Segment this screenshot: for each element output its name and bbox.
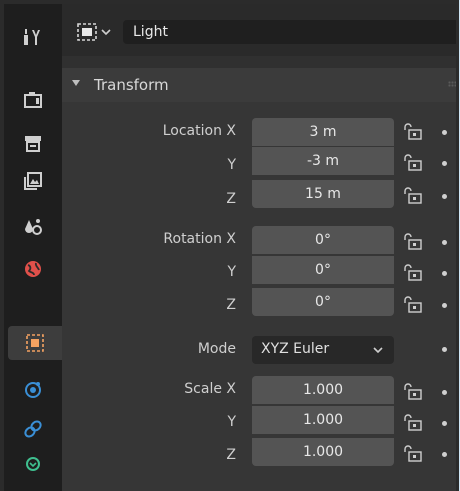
rotation-z-label: Z xyxy=(226,297,236,313)
location-x-label: Location X xyxy=(162,123,236,139)
constraints-icon xyxy=(24,420,42,438)
chevron-down-icon xyxy=(101,29,111,36)
object-data-icon xyxy=(77,23,97,41)
rotation-z-field[interactable]: 0° xyxy=(252,288,394,316)
transform-panel-header[interactable]: Transform xyxy=(62,68,456,102)
scale-z-lock-toggle[interactable] xyxy=(402,445,424,463)
tab-view-layer[interactable] xyxy=(10,164,56,198)
properties-editor: Light Transform Location X 3 m Y -3 m Z … xyxy=(0,0,459,491)
rotation-y-keyframe-dot[interactable] xyxy=(442,271,447,276)
properties-header: Light xyxy=(62,4,456,56)
location-z-lock-toggle[interactable] xyxy=(402,187,424,205)
scale-x-label: Scale X xyxy=(184,381,236,397)
tab-object-data[interactable] xyxy=(10,447,56,481)
tab-tool[interactable] xyxy=(10,20,56,54)
scale-y-label: Y xyxy=(227,414,236,430)
location-z-keyframe-dot[interactable] xyxy=(442,194,447,199)
location-y-field[interactable]: -3 m xyxy=(252,147,394,175)
panel-title: Transform xyxy=(94,76,169,94)
tool-icon xyxy=(24,29,40,45)
tab-scene[interactable] xyxy=(10,210,56,244)
unlocked-icon xyxy=(404,187,422,204)
location-y-label: Y xyxy=(227,157,236,173)
light-data-icon xyxy=(26,457,40,471)
unlocked-icon xyxy=(404,383,422,400)
rotation-x-field[interactable]: 0° xyxy=(252,226,394,254)
tab-render[interactable] xyxy=(10,82,56,116)
tab-world[interactable] xyxy=(10,252,56,286)
scale-z-label: Z xyxy=(226,447,236,463)
output-icon xyxy=(25,136,41,152)
view-layer-icon xyxy=(24,172,42,190)
rotation-z-lock-toggle[interactable] xyxy=(402,296,424,314)
drag-grip-icon[interactable] xyxy=(448,81,456,87)
unlocked-icon xyxy=(404,123,422,140)
properties-main: Light Transform Location X 3 m Y -3 m Z … xyxy=(62,4,456,491)
unlocked-icon xyxy=(404,414,422,431)
scale-x-keyframe-dot[interactable] xyxy=(442,390,447,395)
rotation-x-label: Rotation X xyxy=(163,231,236,247)
scale-z-keyframe-dot[interactable] xyxy=(442,452,447,457)
rotation-mode-value: XYZ Euler xyxy=(261,341,330,357)
mode-keyframe-dot[interactable] xyxy=(442,347,447,352)
scale-x-field[interactable]: 1.000 xyxy=(252,376,394,404)
object-name-text: Light xyxy=(133,24,168,40)
location-x-field[interactable]: 3 m xyxy=(252,118,394,146)
location-z-label: Z xyxy=(226,191,236,207)
rotation-y-field[interactable]: 0° xyxy=(252,256,394,284)
object-name-field[interactable]: Light xyxy=(123,20,456,44)
scene-icon xyxy=(25,219,42,235)
unlocked-icon xyxy=(404,296,422,313)
rotation-mode-dropdown[interactable]: XYZ Euler xyxy=(252,336,394,364)
unlocked-icon xyxy=(404,264,422,281)
world-icon xyxy=(25,261,41,277)
tab-object-constraints[interactable] xyxy=(10,412,56,446)
mode-label: Mode xyxy=(197,341,236,357)
properties-tab-strip xyxy=(4,4,62,491)
rotation-x-lock-toggle[interactable] xyxy=(402,233,424,251)
tab-object[interactable] xyxy=(8,326,62,360)
scale-x-lock-toggle[interactable] xyxy=(402,383,424,401)
location-y-keyframe-dot[interactable] xyxy=(442,161,447,166)
location-x-keyframe-dot[interactable] xyxy=(442,130,447,135)
location-y-lock-toggle[interactable] xyxy=(402,154,424,172)
object-type-menu[interactable] xyxy=(76,21,120,43)
object-icon xyxy=(26,334,44,352)
unlocked-icon xyxy=(404,445,422,462)
tab-output[interactable] xyxy=(10,126,56,160)
rotation-y-lock-toggle[interactable] xyxy=(402,264,424,282)
scale-z-field[interactable]: 1.000 xyxy=(252,438,394,466)
unlocked-icon xyxy=(404,233,422,250)
chevron-down-icon xyxy=(373,347,383,354)
scale-y-keyframe-dot[interactable] xyxy=(442,421,447,426)
tab-physics[interactable] xyxy=(10,372,56,406)
collapse-triangle-icon xyxy=(72,80,80,86)
rotation-y-label: Y xyxy=(227,264,236,280)
physics-icon xyxy=(25,382,41,398)
rotation-z-keyframe-dot[interactable] xyxy=(442,303,447,308)
location-x-lock-toggle[interactable] xyxy=(402,123,424,141)
location-z-field[interactable]: 15 m xyxy=(252,180,394,208)
rotation-x-keyframe-dot[interactable] xyxy=(442,240,447,245)
unlocked-icon xyxy=(404,154,422,171)
scale-y-field[interactable]: 1.000 xyxy=(252,406,394,434)
render-icon xyxy=(24,92,42,108)
scale-y-lock-toggle[interactable] xyxy=(402,414,424,432)
